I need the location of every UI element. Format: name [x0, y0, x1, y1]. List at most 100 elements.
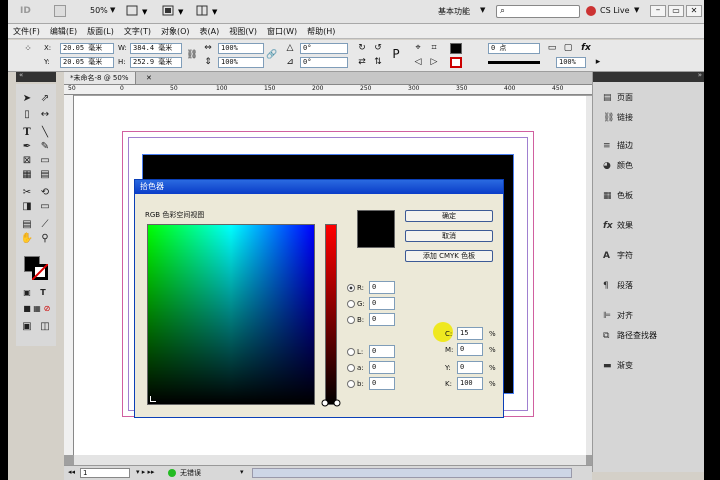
first-page-icon[interactable]: ◂◂	[68, 468, 75, 476]
zoom-tool-icon[interactable]: ⚲	[38, 232, 52, 246]
b-radio[interactable]	[347, 316, 355, 324]
rotate-ccw-icon[interactable]: ↺	[372, 43, 384, 54]
link-icon[interactable]: ⛓	[186, 50, 198, 61]
stroke-swatch[interactable]	[450, 57, 462, 68]
table-tool-icon[interactable]: ▦	[20, 168, 34, 182]
formatting-text-icon[interactable]: T	[36, 286, 50, 300]
tools-panel-header[interactable]: «	[16, 71, 56, 82]
add-cmyk-swatch-button[interactable]: 添加 CMYK 色板	[405, 250, 493, 262]
menu-table[interactable]: 表(A)	[195, 24, 225, 39]
text-wrap-icon[interactable]: ▭	[546, 43, 558, 54]
lab-b-radio[interactable]	[347, 380, 355, 388]
select-previous-icon[interactable]: ◁	[412, 57, 424, 68]
scale-x-select[interactable]: 100%	[218, 43, 264, 54]
menu-edit[interactable]: 编辑(E)	[45, 24, 82, 39]
select-next-icon[interactable]: ▷	[428, 57, 440, 68]
x-input[interactable]: 20.05 毫米	[60, 43, 114, 54]
shear-input[interactable]: 0°	[300, 57, 348, 68]
m-input[interactable]: 0	[457, 343, 483, 356]
pencil-tool-icon[interactable]: ✎	[38, 140, 52, 154]
color-field[interactable]	[147, 224, 315, 405]
screen-mode-button[interactable]: ▼	[162, 5, 192, 17]
a-input[interactable]: 0	[369, 361, 395, 374]
panel-pathfinder[interactable]: ⧉ 路径查找器	[603, 328, 699, 344]
g-input[interactable]: 0	[369, 297, 395, 310]
pen-tool-icon[interactable]: ✒	[20, 140, 34, 154]
note-tool-icon[interactable]: ▤	[20, 218, 34, 232]
select-content-icon[interactable]: ⌗	[428, 43, 440, 54]
r-radio[interactable]	[347, 284, 355, 292]
type-tool-icon[interactable]: T	[20, 126, 34, 140]
scale-y-select[interactable]: 100%	[218, 57, 264, 68]
normal-view-icon[interactable]: ▣	[20, 320, 34, 334]
menu-file[interactable]: 文件(F)	[8, 24, 45, 39]
panel-color[interactable]: ◕ 颜色	[603, 158, 699, 174]
eyedropper-tool-icon[interactable]: ⟋	[38, 218, 52, 232]
line-tool-icon[interactable]: ╲	[38, 126, 52, 140]
menu-window[interactable]: 窗口(W)	[262, 24, 302, 39]
view-options-button[interactable]: ▼	[126, 5, 156, 17]
panel-pages[interactable]: ▤ 页面	[603, 90, 699, 106]
flip-v-icon[interactable]: ⇅	[372, 57, 384, 68]
rotate-input[interactable]: 0°	[300, 43, 348, 54]
gradient-swatch-tool-icon[interactable]: ◨	[20, 200, 34, 214]
lab-b-input[interactable]: 0	[369, 377, 395, 390]
red-slider[interactable]	[325, 224, 337, 405]
k-input[interactable]: 100	[457, 377, 483, 390]
h-input[interactable]: 252.9 毫米	[130, 57, 182, 68]
y-input[interactable]: 20.05 毫米	[60, 57, 114, 68]
preflight-status[interactable]: 无错误	[180, 468, 201, 478]
preview-view-icon[interactable]: ◫	[38, 320, 52, 334]
selection-tool-icon[interactable]: ➤	[20, 92, 34, 106]
hand-tool-icon[interactable]: ✋	[20, 232, 34, 246]
menu-help[interactable]: 帮助(H)	[302, 24, 340, 39]
g-radio[interactable]	[347, 300, 355, 308]
effects-menu-icon[interactable]: ▸	[592, 57, 604, 68]
panel-swatches[interactable]: ▦ 色板	[603, 188, 699, 204]
rectangle-tool-icon[interactable]: ▭	[38, 154, 52, 168]
fill-swatch[interactable]	[450, 43, 462, 54]
menu-view[interactable]: 视图(V)	[224, 24, 262, 39]
horizontal-scrollbar[interactable]	[74, 455, 586, 465]
a-radio[interactable]	[347, 364, 355, 372]
gap-tool-icon[interactable]: ↔	[38, 108, 52, 122]
ok-button[interactable]: 确定	[405, 210, 493, 222]
grid-tool-icon[interactable]: ▤	[38, 168, 52, 182]
stroke-type-preview[interactable]	[488, 61, 540, 64]
b-input[interactable]: 0	[369, 313, 395, 326]
cs-live-button[interactable]: CS Live	[600, 6, 630, 15]
panel-align[interactable]: ⊫ 对齐	[603, 308, 699, 324]
document-tab[interactable]: *未命名-8 @ 50%	[64, 72, 136, 84]
panel-stroke[interactable]: ≡ 描边	[603, 138, 699, 154]
panel-gradient[interactable]: ▬ 渐变	[603, 358, 699, 374]
opacity-input[interactable]: 100%	[556, 57, 586, 68]
panel-effects[interactable]: fx 效果	[603, 218, 699, 234]
panel-links[interactable]: ⛓ 链接	[603, 110, 699, 126]
arrange-documents-button[interactable]: ▼	[196, 5, 226, 17]
zoom-select[interactable]: 50%	[90, 6, 108, 15]
slider-handle[interactable]	[321, 399, 341, 407]
stroke-weight-input[interactable]: 0 点	[488, 43, 540, 54]
w-input[interactable]: 384.4 毫米	[130, 43, 182, 54]
page-number-input[interactable]: 1	[80, 468, 130, 478]
close-button[interactable]: ✕	[686, 5, 702, 17]
c-input[interactable]: 15	[457, 327, 483, 340]
menu-type[interactable]: 文字(T)	[119, 24, 156, 39]
panel-dock-header[interactable]: »	[593, 71, 704, 82]
r-input[interactable]: 0	[369, 281, 395, 294]
flip-h-icon[interactable]: ⇄	[356, 57, 368, 68]
frame-fitting-icon[interactable]: ▢	[562, 43, 574, 54]
menu-object[interactable]: 对象(O)	[156, 24, 195, 39]
next-page-icon[interactable]: ▾ ▸ ▸▸	[136, 468, 155, 476]
direct-selection-tool-icon[interactable]: ⇗	[38, 92, 52, 106]
formatting-container-icon[interactable]: ▣	[20, 286, 34, 300]
rotate-cw-icon[interactable]: ↻	[356, 43, 368, 54]
status-horizontal-scrollbar[interactable]	[252, 468, 572, 478]
panel-character[interactable]: A 字符	[603, 248, 699, 264]
cancel-button[interactable]: 取消	[405, 230, 493, 242]
scissors-tool-icon[interactable]: ✂	[20, 186, 34, 200]
bridge-icon[interactable]	[54, 5, 66, 17]
minimize-button[interactable]: –	[650, 5, 666, 17]
tab-close-icon[interactable]: ✕	[146, 72, 152, 84]
page-tool-icon[interactable]: ▯	[20, 108, 34, 122]
